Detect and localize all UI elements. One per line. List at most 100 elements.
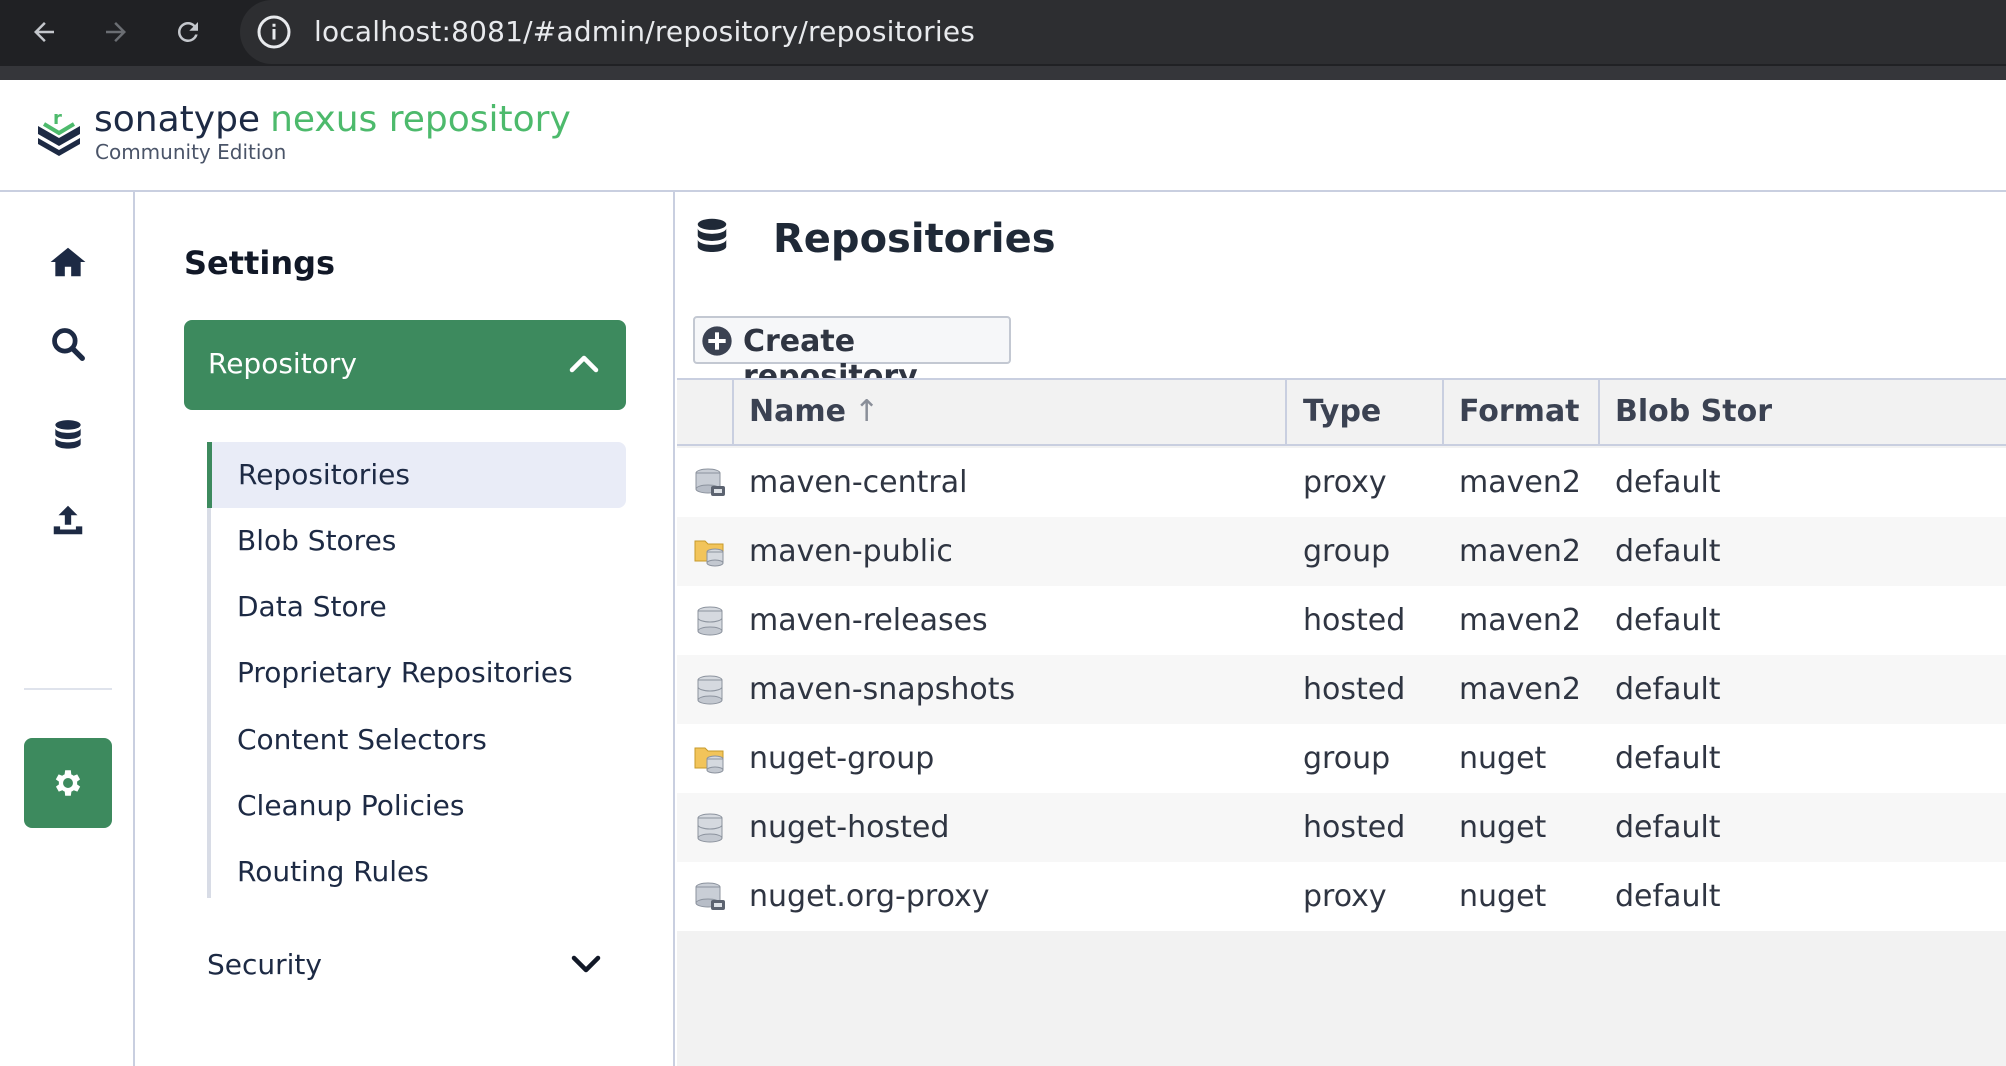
- repo-name[interactable]: nuget.org-proxy: [749, 879, 990, 914]
- chevron-up-icon: [569, 355, 599, 373]
- table-row[interactable]: maven-releases hosted maven2 default: [677, 586, 2006, 655]
- column-separator: [1442, 380, 1444, 446]
- repo-blob-store: default: [1615, 810, 1721, 845]
- column-header-name[interactable]: Name ↑: [749, 394, 879, 429]
- rail-divider: [24, 688, 112, 690]
- table-header: Name ↑ Type Format Blob Stor: [677, 380, 2006, 446]
- plus-circle-icon: [702, 326, 732, 356]
- table-row[interactable]: maven-central proxy maven2 default: [677, 448, 2006, 517]
- repo-type: group: [1303, 534, 1391, 569]
- sort-ascending-icon: ↑: [853, 394, 880, 429]
- main-content: Repositories Create repository Name ↑ Typ…: [677, 192, 2006, 1066]
- repo-type: group: [1303, 741, 1391, 776]
- database-icon: [697, 218, 727, 253]
- table-row[interactable]: maven-snapshots hosted maven2 default: [677, 655, 2006, 724]
- settings-panel: Settings Repository Repositories Blob St…: [137, 192, 675, 1066]
- arrow-right-icon: [106, 22, 126, 42]
- group-repo-icon: [694, 747, 724, 774]
- repo-format: maven2: [1459, 534, 1581, 569]
- repo-type: proxy: [1303, 465, 1387, 500]
- chevron-down-icon: [571, 955, 601, 973]
- nav-item-data-store[interactable]: Data Store: [207, 574, 626, 640]
- rail-upload-button[interactable]: [40, 492, 96, 548]
- repository-group-toggle[interactable]: Repository: [184, 320, 626, 410]
- reload-icon: [177, 21, 198, 42]
- column-separator: [732, 380, 734, 446]
- brand-secondary: nexus repository: [270, 99, 571, 140]
- info-icon[interactable]: [256, 14, 292, 50]
- brand-title[interactable]: sonatype nexus repository: [94, 98, 571, 142]
- repo-name[interactable]: maven-central: [749, 465, 967, 500]
- hosted-repo-icon: [697, 813, 723, 843]
- proxy-repo-icon: [695, 468, 725, 496]
- repo-name[interactable]: nuget-group: [749, 741, 934, 776]
- search-icon: [52, 328, 85, 361]
- nav-item-repositories[interactable]: Repositories: [207, 442, 626, 508]
- nav-item-routing-rules[interactable]: Routing Rules: [207, 839, 626, 905]
- home-icon: [50, 247, 86, 277]
- repo-blob-store: default: [1615, 534, 1721, 569]
- table-row[interactable]: nuget.org-proxy proxy nuget default: [677, 862, 2006, 931]
- rail-browse-button[interactable]: [40, 408, 96, 464]
- rail-search-button[interactable]: [40, 316, 96, 372]
- nav-item-blob-stores[interactable]: Blob Stores: [207, 508, 626, 574]
- hosted-repo-icon: [697, 606, 723, 636]
- toolbar-divider: [0, 66, 2006, 80]
- repo-type: proxy: [1303, 879, 1387, 914]
- edition-label: Community Edition: [95, 140, 287, 164]
- app-header: r sonatype nexus repository Community Edi…: [0, 80, 2006, 192]
- rail-settings-button[interactable]: [24, 738, 112, 828]
- repo-format: maven2: [1459, 672, 1581, 707]
- repository-group-label: Repository: [208, 347, 357, 380]
- repo-blob-store: default: [1615, 672, 1721, 707]
- icon-rail: [0, 192, 135, 1066]
- group-repo-icon: [694, 540, 724, 567]
- repo-blob-store: default: [1615, 465, 1721, 500]
- repo-type: hosted: [1303, 672, 1406, 707]
- table-row[interactable]: nuget-hosted hosted nuget default: [677, 793, 2006, 862]
- forward-button[interactable]: [94, 10, 138, 54]
- repo-name[interactable]: maven-public: [749, 534, 953, 569]
- repo-format: nuget: [1459, 810, 1547, 845]
- nav-item-content-selectors[interactable]: Content Selectors: [207, 707, 626, 773]
- repo-type: hosted: [1303, 603, 1406, 638]
- column-header-type[interactable]: Type: [1303, 394, 1381, 429]
- sonatype-logo-icon[interactable]: r: [34, 104, 84, 160]
- database-icon: [55, 420, 81, 449]
- column-separator: [1598, 380, 1600, 446]
- browser-toolbar: localhost:8081/#admin/repository/reposit…: [0, 0, 2006, 80]
- security-group-label: Security: [207, 948, 322, 981]
- settings-title: Settings: [184, 244, 336, 282]
- arrow-left-icon: [34, 22, 54, 42]
- back-button[interactable]: [22, 10, 66, 54]
- page-title: Repositories: [773, 216, 1056, 262]
- repo-type: hosted: [1303, 810, 1406, 845]
- upload-icon: [53, 505, 83, 535]
- rail-home-button[interactable]: [40, 234, 96, 290]
- repo-blob-store: default: [1615, 879, 1721, 914]
- url-text[interactable]: localhost:8081/#admin/repository/reposit…: [314, 14, 975, 50]
- table-row[interactable]: maven-public group maven2 default: [677, 517, 2006, 586]
- reload-button[interactable]: [166, 10, 210, 54]
- column-name-label: Name: [749, 394, 846, 429]
- create-repository-button[interactable]: Create repository: [693, 316, 1011, 394]
- column-separator: [1285, 380, 1287, 446]
- repositories-table: Name ↑ Type Format Blob Stor maven-centra…: [677, 378, 2006, 1066]
- svg-text:r: r: [53, 108, 62, 129]
- repo-format: nuget: [1459, 879, 1547, 914]
- column-header-blob-store[interactable]: Blob Stor: [1615, 394, 1772, 429]
- table-row[interactable]: nuget-group group nuget default: [677, 724, 2006, 793]
- repo-name[interactable]: maven-releases: [749, 603, 988, 638]
- brand-primary: sonatype: [94, 99, 261, 140]
- repo-name[interactable]: maven-snapshots: [749, 672, 1015, 707]
- nav-item-cleanup-policies[interactable]: Cleanup Policies: [207, 773, 626, 839]
- security-group-toggle[interactable]: Security: [207, 940, 626, 990]
- nav-item-proprietary-repositories[interactable]: Proprietary Repositories: [207, 640, 626, 706]
- column-header-format[interactable]: Format: [1459, 394, 1580, 429]
- repo-format: nuget: [1459, 741, 1547, 776]
- repo-blob-store: default: [1615, 741, 1721, 776]
- proxy-repo-icon: [695, 882, 725, 910]
- repo-name[interactable]: nuget-hosted: [749, 810, 949, 845]
- repo-format: maven2: [1459, 603, 1581, 638]
- hosted-repo-icon: [697, 675, 723, 705]
